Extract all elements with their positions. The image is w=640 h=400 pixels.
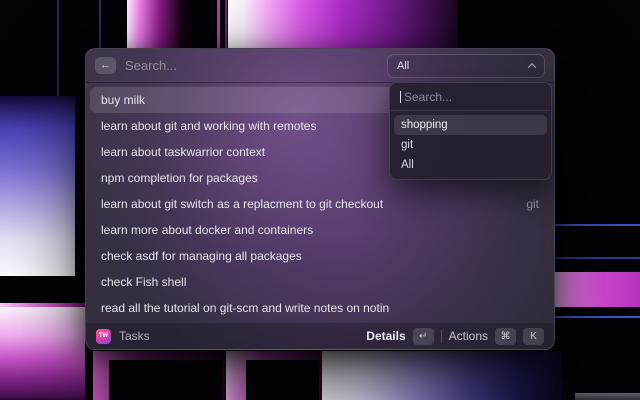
- actions-button[interactable]: Actions: [449, 329, 488, 343]
- category-selected-label: All: [397, 60, 409, 72]
- enter-key-badge: ↵: [413, 328, 434, 345]
- task-title: learn more about docker and containers: [101, 223, 313, 237]
- wallpaper-shape: [550, 224, 640, 226]
- wallpaper-shape: [575, 393, 640, 400]
- filter-dropdown-panel: Search... shoppinggitAll: [389, 82, 552, 180]
- dropdown-search-input[interactable]: Search...: [390, 83, 551, 110]
- wallpaper-shape: [550, 316, 640, 318]
- dropdown-item-list: shoppinggitAll: [390, 111, 551, 179]
- cmd-key-badge: ⌘: [495, 328, 516, 345]
- footer-separator: [441, 330, 442, 343]
- task-row[interactable]: check Fish shell: [90, 269, 550, 295]
- taskwarrior-app-icon: TW: [96, 329, 111, 344]
- desktop: ← Search... All buy milk learn about git…: [0, 0, 640, 400]
- wallpaper-shape: [93, 351, 226, 400]
- dropdown-item[interactable]: git: [394, 135, 547, 155]
- dropdown-search-placeholder: Search...: [404, 90, 452, 104]
- back-arrow-icon: ←: [100, 60, 111, 71]
- dropdown-item[interactable]: All: [394, 155, 547, 175]
- chevron-up-icon: [528, 63, 536, 71]
- task-title: check asdf for managing all packages: [101, 249, 302, 263]
- wallpaper-shape: [550, 272, 640, 307]
- task-row[interactable]: learn about git switch as a replacment t…: [90, 191, 550, 217]
- task-title: read all the tutorial on git-scm and wri…: [101, 301, 389, 315]
- task-row[interactable]: read all the tutorial on git-scm and wri…: [90, 295, 550, 321]
- wallpaper-shape: [0, 276, 85, 304]
- app-name-label: Tasks: [119, 329, 150, 343]
- category-dropdown-button[interactable]: All: [387, 54, 545, 78]
- dropdown-item[interactable]: shopping: [394, 115, 547, 135]
- task-title: learn about taskwarrior context: [101, 145, 265, 159]
- launcher-footer: TW Tasks Details ↵ Actions ⌘ K: [86, 322, 554, 349]
- launcher-header: ← Search... All: [86, 49, 554, 82]
- details-button[interactable]: Details: [366, 329, 405, 343]
- launcher-window: ← Search... All buy milk learn about git…: [85, 48, 555, 350]
- task-title: learn about git and working with remotes: [101, 119, 316, 133]
- k-key-badge: K: [523, 328, 544, 345]
- task-title: npm completion for packages: [101, 171, 258, 185]
- task-row[interactable]: check asdf for managing all packages: [90, 243, 550, 269]
- search-input[interactable]: Search...: [125, 58, 177, 73]
- task-title: buy milk: [101, 93, 145, 107]
- wallpaper-shape: [322, 351, 562, 400]
- wallpaper-shape: [550, 257, 640, 259]
- text-cursor: [400, 91, 401, 103]
- task-title: check Fish shell: [101, 275, 186, 289]
- wallpaper-shape: [226, 351, 322, 400]
- task-row[interactable]: learn more about docker and containers: [90, 217, 550, 243]
- task-title: learn about git switch as a replacment t…: [101, 197, 383, 211]
- wallpaper-shape: [0, 96, 80, 276]
- wallpaper-shape: [0, 307, 85, 400]
- task-tag: git: [526, 197, 539, 211]
- footer-actions: Details ↵ Actions ⌘ K: [366, 328, 544, 345]
- back-button[interactable]: ←: [95, 57, 116, 74]
